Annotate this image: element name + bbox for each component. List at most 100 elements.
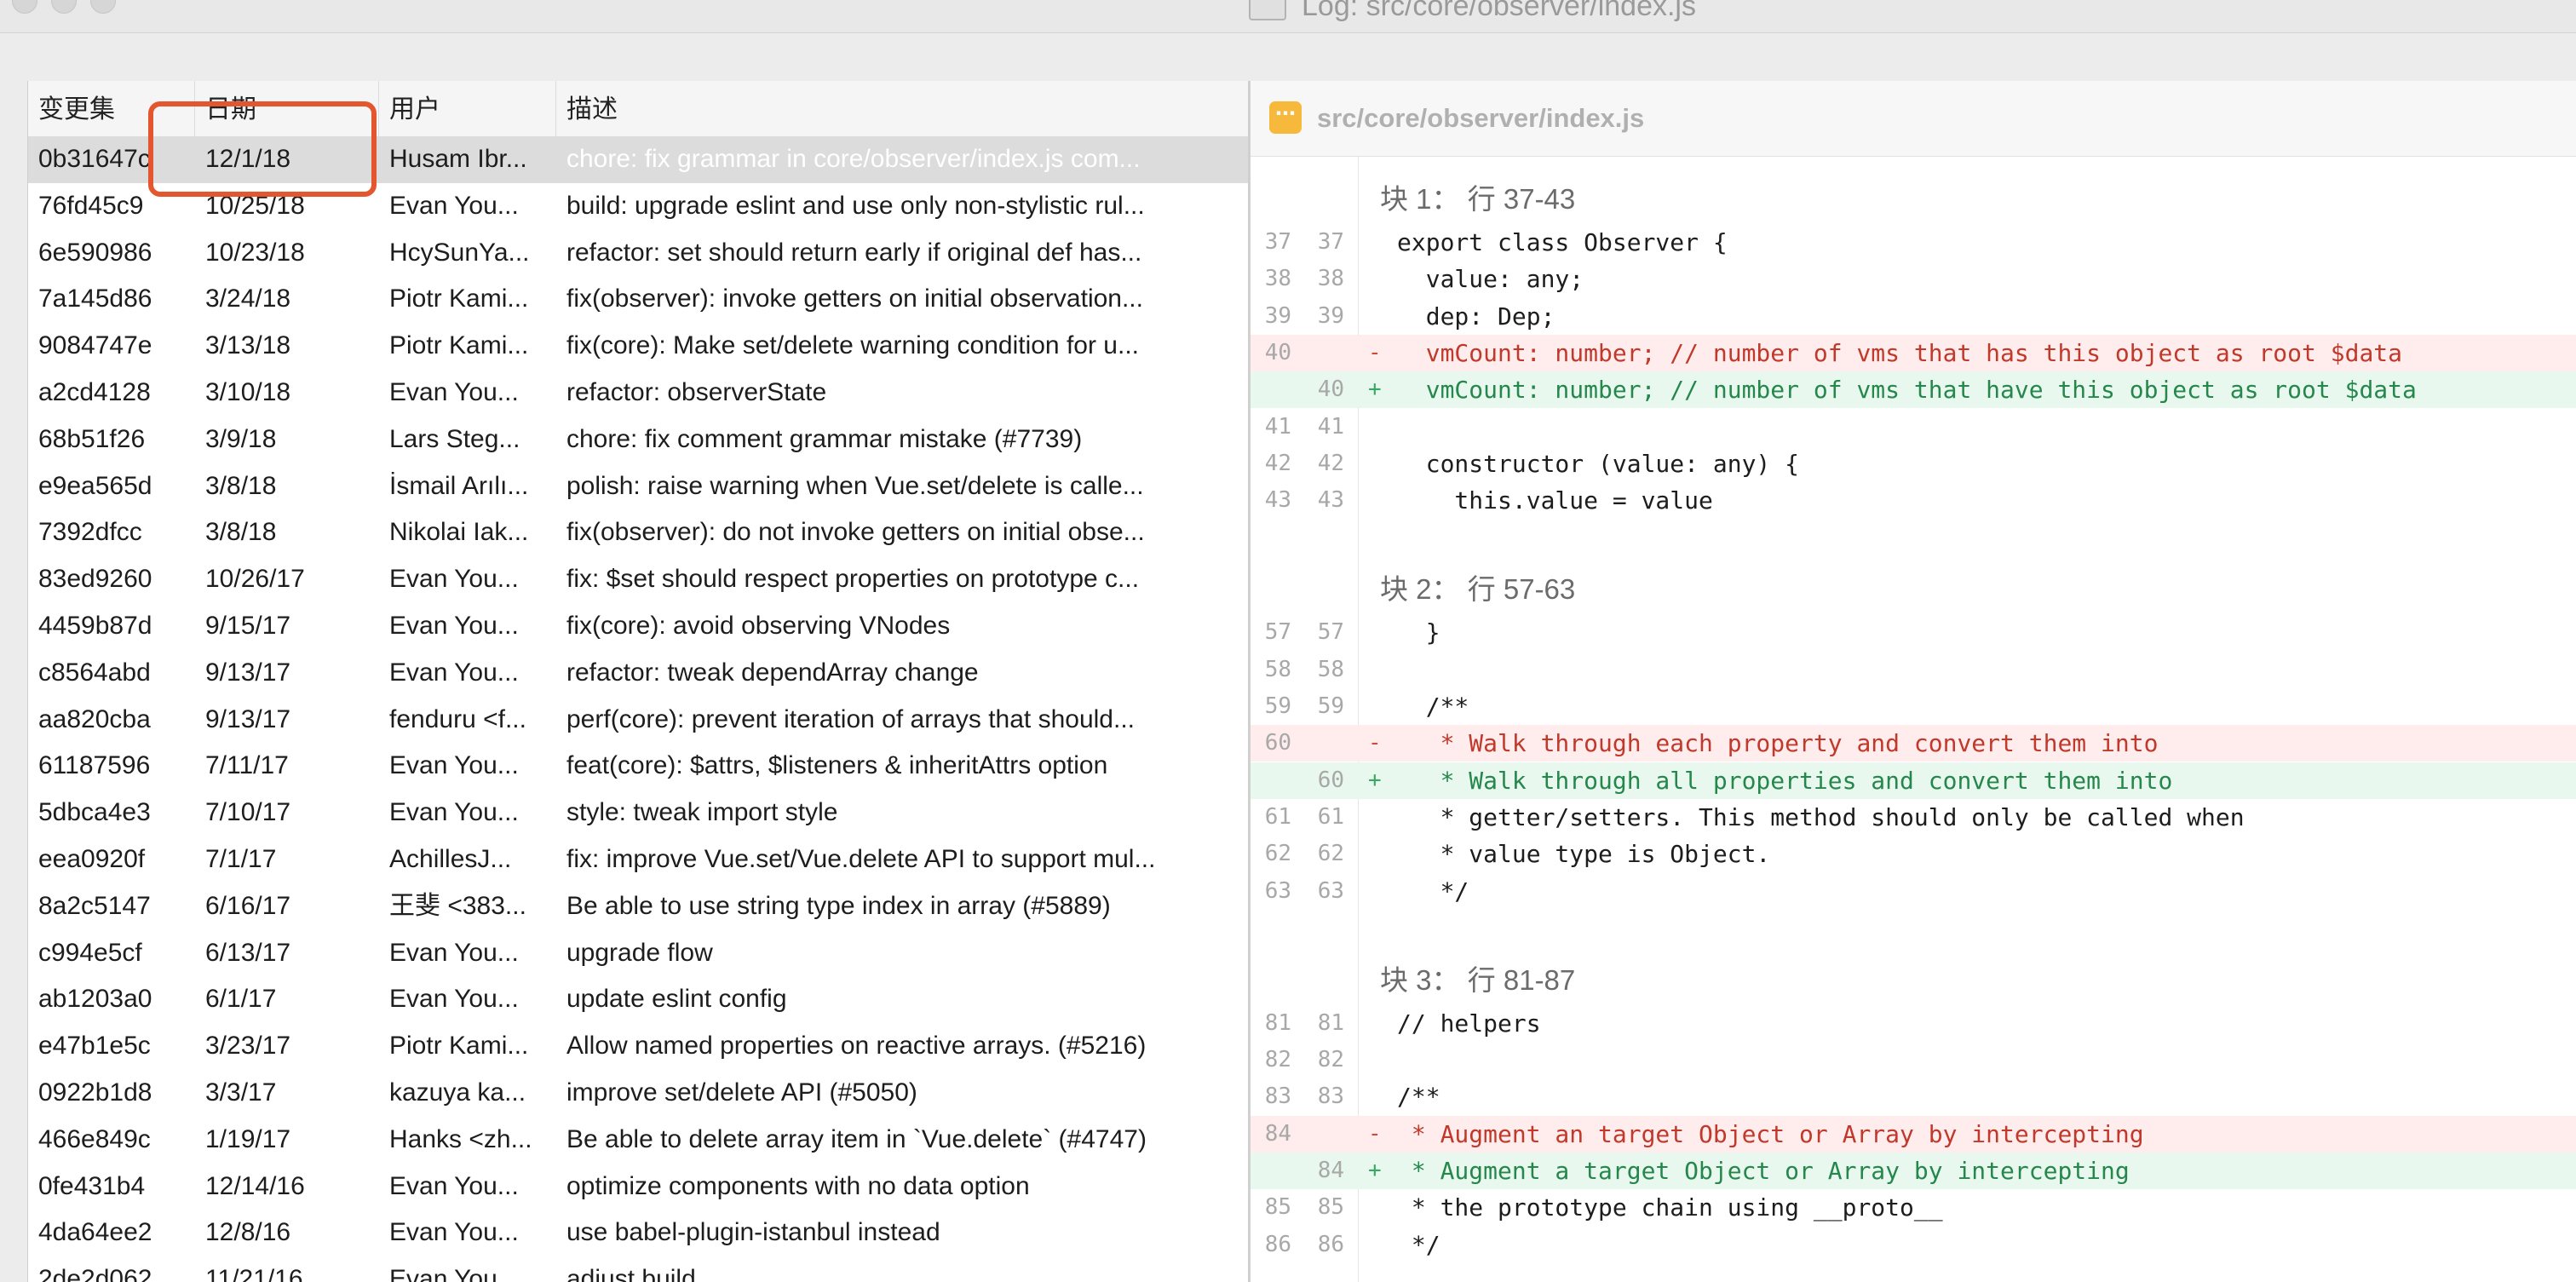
new-line-number: 37 [1317, 229, 1344, 255]
date-cell: 10/26/17 [205, 565, 305, 594]
user-cell: Hanks <zh... [389, 1124, 532, 1153]
date-cell: 6/13/17 [205, 938, 291, 967]
table-row[interactable]: 6e590986 10/23/18 HcySunYa... refactor: set… [28, 230, 1249, 277]
new-line-number: 43 [1317, 487, 1344, 514]
changeset-cell: 68b51f26 [38, 424, 146, 453]
changeset-cell: aa820cba [38, 704, 151, 733]
table-row[interactable]: 2de2d062 11/21/16 Evan You... adjust build [28, 1256, 1249, 1282]
diff-line: 86 86 */ [1251, 1227, 2576, 1263]
description-cell: use babel-plugin-istanbul instead [566, 1218, 940, 1247]
diff-line: 57 57 } [1251, 614, 2576, 651]
new-line-number: 41 [1317, 413, 1344, 440]
changeset-cell: 6e590986 [38, 238, 152, 267]
changeset-cell: c994e5cf [38, 938, 142, 967]
old-line-number: 86 [1264, 1231, 1291, 1257]
table-row[interactable]: 4459b87d 9/15/17 Evan You... fix(core): avo… [28, 603, 1249, 650]
changeset-cell: 5dbca4e3 [38, 798, 151, 827]
code-text: * Walk through all properties and conver… [1397, 766, 2173, 795]
title-bar: Log: src/core/observer/index.js [0, 0, 2576, 33]
description-cell: chore: fix grammar in core/observer/inde… [566, 145, 1141, 173]
user-cell: Evan You... [389, 938, 519, 967]
diff-line: 62 62 * value type is Object. [1251, 836, 2576, 872]
old-line-number: 63 [1264, 877, 1291, 904]
code-text: * Walk through each property and convert… [1397, 729, 2159, 758]
diff-line: 58 58 [1251, 652, 2576, 688]
old-line-number: 59 [1264, 693, 1291, 719]
diff-line: 42 42 constructor (value: any) { [1251, 446, 2576, 482]
close-window-button[interactable] [12, 0, 37, 14]
description-cell: Allow named properties on reactive array… [566, 1032, 1147, 1061]
table-row[interactable]: 61187596 7/11/17 Evan You... feat(core): $a… [28, 743, 1249, 790]
diff-line: 81 81 // helpers [1251, 1005, 2576, 1042]
table-row[interactable]: aa820cba 9/13/17 fenduru <f... perf(core): … [28, 697, 1249, 744]
hunk-title: 块 2： 行 57-63 [1380, 573, 1576, 606]
code-text: /** [1397, 693, 1469, 721]
table-row[interactable]: eea0920f 7/1/17 AchillesJ... fix: improve V… [28, 836, 1249, 883]
description-cell: fix(core): avoid observing VNodes [566, 611, 951, 640]
changeset-cell: 0922b1d8 [38, 1078, 152, 1107]
changeset-cell: e47b1e5c [38, 1032, 151, 1061]
diff-line: 85 85 * the prototype chain using __proto… [1251, 1189, 2576, 1226]
minimize-window-button[interactable] [51, 0, 77, 14]
diff-line-added: 40 + vmCount: number; // number of vms th… [1251, 371, 2576, 409]
old-line-number: 57 [1264, 619, 1291, 646]
date-cell: 6/16/17 [205, 891, 291, 920]
table-row[interactable]: e9ea565d 3/8/18 İsmail Arılı... polish: rai… [28, 463, 1249, 510]
table-row[interactable]: 5dbca4e3 7/10/17 Evan You... style: tweak i… [28, 790, 1249, 836]
user-cell: fenduru <f... [389, 704, 526, 733]
date-cell: 3/3/17 [205, 1078, 277, 1107]
date-cell: 9/15/17 [205, 611, 291, 640]
table-row[interactable]: 9084747e 3/13/18 Piotr Kami... fix(core): M… [28, 323, 1249, 370]
changeset-cell: 8a2c5147 [38, 891, 151, 920]
new-line-number: 58 [1317, 656, 1344, 682]
log-panel: 变更集 日期 用户 描述 0b31647c 12/1/18 Husam Ibr...… [27, 81, 1249, 1282]
log-table-body: 0b31647c 12/1/18 Husam Ibr... chore: fix gr… [28, 136, 1249, 1282]
description-cell: upgrade flow [566, 938, 713, 967]
diff-line: 39 39 dep: Dep; [1251, 298, 2576, 335]
user-cell: Evan You... [389, 1265, 519, 1282]
table-row[interactable]: 7a145d86 3/24/18 Piotr Kami... fix(observer… [28, 276, 1249, 323]
column-header-description[interactable]: 描述 [556, 81, 1249, 136]
zoom-window-button[interactable] [90, 0, 116, 14]
date-cell: 3/24/18 [205, 285, 291, 313]
table-row[interactable]: 8a2c5147 6/16/17 王斐 <383... Be able to use … [28, 883, 1249, 930]
table-row[interactable]: c8564abd 9/13/17 Evan You... refactor: twea… [28, 650, 1249, 697]
column-header-user[interactable]: 用户 [379, 81, 556, 136]
table-row[interactable]: a2cd4128 3/10/18 Evan You... refactor: obse… [28, 370, 1249, 417]
old-line-number: 62 [1264, 841, 1291, 867]
old-line-number: 38 [1264, 266, 1291, 292]
table-row[interactable]: 7392dfcc 3/8/18 Nikolai Iak... fix(observer… [28, 509, 1249, 556]
table-row[interactable]: 4da64ee2 12/8/16 Evan You... use babel-plug… [28, 1210, 1249, 1256]
table-row[interactable]: ab1203a0 6/1/17 Evan You... update eslint c… [28, 976, 1249, 1023]
changeset-cell: 4da64ee2 [38, 1218, 152, 1247]
old-line-number: 58 [1264, 656, 1291, 682]
user-cell: İsmail Arılı... [389, 471, 529, 500]
description-cell: adjust build [566, 1265, 696, 1282]
table-row[interactable]: c994e5cf 6/13/17 Evan You... upgrade flow [28, 930, 1249, 977]
user-cell: Evan You... [389, 565, 519, 594]
changeset-cell: e9ea565d [38, 471, 152, 500]
diff-line-removed: 84 - * Augment an target Object or Array … [1251, 1115, 2576, 1153]
date-cell: 3/9/18 [205, 424, 277, 453]
new-line-number: 85 [1317, 1194, 1344, 1221]
table-row[interactable]: e47b1e5c 3/23/17 Piotr Kami... Allow named … [28, 1023, 1249, 1070]
new-line-number: 57 [1317, 619, 1344, 646]
old-line-number: 41 [1264, 413, 1291, 440]
diff-line-removed: 60 - * Walk through each property and con… [1251, 725, 2576, 762]
diff-line: 37 37 export class Observer { [1251, 224, 2576, 261]
description-cell: feat(core): $attrs, $listeners & inherit… [566, 751, 1108, 780]
table-row[interactable]: 0fe431b4 12/14/16 Evan You... optimize comp… [28, 1164, 1249, 1210]
user-cell: Evan You... [389, 377, 519, 406]
table-row[interactable]: 466e849c 1/19/17 Hanks <zh... Be able to de… [28, 1117, 1249, 1164]
diff-line: 43 43 this.value = value [1251, 482, 2576, 519]
diff-panel: ⋯ src/core/observer/index.js 块 1： 行 37-4… [1251, 81, 2576, 1282]
table-row[interactable]: 0922b1d8 3/3/17 kazuya ka... improve set/de… [28, 1070, 1249, 1117]
new-line-number: 39 [1317, 302, 1344, 329]
plus-icon: + [1368, 377, 1382, 403]
date-cell: 7/10/17 [205, 798, 291, 827]
table-row[interactable]: 68b51f26 3/9/18 Lars Steg... chore: fix com… [28, 417, 1249, 463]
description-cell: update eslint config [566, 985, 787, 1014]
user-cell: Nikolai Iak... [389, 518, 529, 547]
code-text: * getter/setters. This method should onl… [1397, 802, 2245, 831]
table-row[interactable]: 83ed9260 10/26/17 Evan You... fix: $set sho… [28, 556, 1249, 603]
